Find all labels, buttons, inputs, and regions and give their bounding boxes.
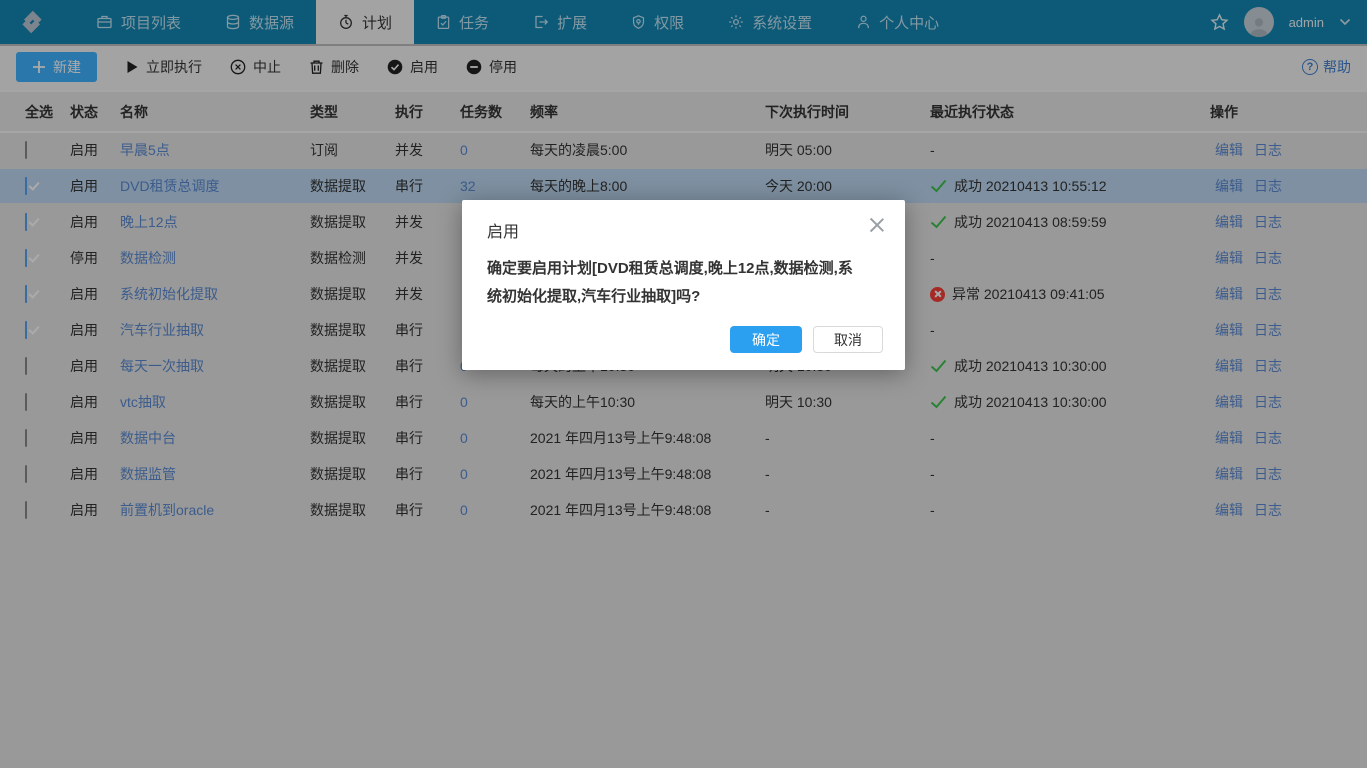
enable-confirm-dialog: 启用 确定要启用计划[DVD租赁总调度,晚上12点,数据检测,系统初始化提取,汽…	[462, 200, 905, 370]
dialog-footer: 确定 取消	[730, 326, 883, 353]
close-icon[interactable]	[869, 217, 885, 233]
cancel-button[interactable]: 取消	[813, 326, 883, 353]
dialog-message: 确定要启用计划[DVD租赁总调度,晚上12点,数据检测,系统初始化提取,汽车行业…	[462, 242, 882, 311]
modal-overlay[interactable]	[0, 0, 1367, 768]
confirm-button[interactable]: 确定	[730, 326, 802, 353]
dialog-title: 启用	[462, 200, 905, 242]
